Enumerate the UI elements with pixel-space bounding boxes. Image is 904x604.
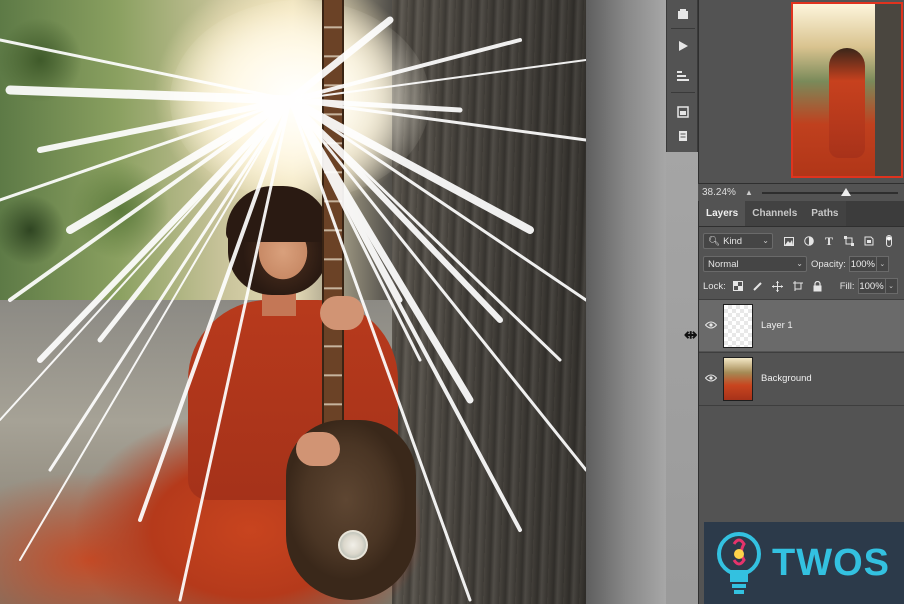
layer-row-background[interactable]: Background: [699, 352, 904, 404]
adjustment-filter-icon[interactable]: [801, 233, 817, 249]
fill-dropdown-icon[interactable]: ⌄: [885, 278, 898, 294]
light-rays-overlay: [0, 16, 586, 602]
pasteboard-area-lower: [666, 152, 698, 604]
lock-image-icon[interactable]: [750, 278, 766, 294]
blend-opacity-row: Normal ⌄ Opacity: 100% ⌄: [699, 256, 904, 272]
navigator-thumbnail[interactable]: [791, 2, 903, 178]
adjustments-icon[interactable]: [672, 66, 694, 86]
filter-kind-label: Kind: [723, 235, 743, 247]
type-filter-icon[interactable]: T: [821, 233, 837, 249]
zoom-value[interactable]: 38.24%: [698, 187, 742, 198]
lock-label: Lock:: [703, 280, 726, 292]
thumbnail-tree: [875, 4, 901, 176]
divider: [671, 28, 695, 29]
shape-filter-icon[interactable]: [841, 233, 857, 249]
lock-all-icon[interactable]: [810, 278, 826, 294]
layer-name[interactable]: Background: [761, 373, 812, 384]
chevron-down-icon: ⌄: [762, 236, 769, 245]
panel-icon-strip: [666, 0, 698, 152]
lightbulb-icon: [712, 528, 766, 598]
tab-layers[interactable]: Layers: [699, 201, 746, 226]
lock-transparent-icon[interactable]: [730, 278, 746, 294]
notes-icon[interactable]: [672, 126, 694, 146]
document-canvas[interactable]: [0, 0, 586, 604]
divider: [671, 92, 695, 93]
tab-channels[interactable]: Channels: [745, 201, 804, 226]
resize-cursor-icon: ⇹: [684, 327, 698, 344]
thumbnail-figure: [829, 48, 865, 158]
lock-position-icon[interactable]: [770, 278, 786, 294]
eye-icon[interactable]: [699, 373, 723, 385]
filter-kind-select[interactable]: 🔍︎ Kind ⌄: [703, 233, 773, 249]
lock-fill-row: Lock: Fill: 100% ⌄: [699, 278, 904, 294]
opacity-input[interactable]: 100%: [848, 256, 877, 272]
opacity-dropdown-icon[interactable]: ⌄: [876, 256, 889, 272]
divider: [699, 405, 904, 406]
twos-logo-text: TWOS: [772, 541, 890, 584]
tab-paths[interactable]: Paths: [804, 201, 845, 226]
blend-mode-value: Normal: [708, 258, 739, 270]
zoom-slider[interactable]: [762, 187, 898, 196]
layer-filter-row: 🔍︎ Kind ⌄ T: [699, 233, 904, 249]
fill-input[interactable]: 100%: [857, 278, 886, 294]
smart-object-filter-icon[interactable]: [861, 233, 877, 249]
history-icon[interactable]: [672, 4, 694, 24]
libraries-icon[interactable]: [672, 102, 694, 122]
lock-artboard-icon[interactable]: [790, 278, 806, 294]
opacity-label: Opacity:: [811, 258, 846, 270]
layer-row-layer-1[interactable]: Layer 1: [699, 299, 904, 351]
panel-tabs: Layers Channels Paths: [699, 201, 904, 227]
navigator-zoom-row: 38.24% ▲: [698, 183, 904, 201]
filter-toggle-icon[interactable]: [881, 233, 897, 249]
image-filter-icon[interactable]: [781, 233, 797, 249]
fill-label: Fill:: [839, 280, 855, 292]
blend-mode-select[interactable]: Normal ⌄: [703, 256, 807, 272]
zoom-out-icon[interactable]: ▲: [742, 188, 756, 197]
layer-name[interactable]: Layer 1: [761, 320, 793, 331]
layer-thumbnail-transparent: [723, 303, 753, 348]
tabs-spacer: [845, 201, 904, 226]
twos-logo: TWOS: [704, 522, 904, 604]
navigator-panel: [698, 0, 904, 183]
search-icon: 🔍︎: [708, 235, 721, 247]
pasteboard-area: [586, 0, 666, 604]
play-actions-icon[interactable]: [672, 36, 694, 56]
zoom-slider-handle[interactable]: [840, 187, 851, 196]
layer-thumbnail-photo: [723, 356, 753, 401]
chevron-down-icon: ⌄: [796, 259, 803, 268]
